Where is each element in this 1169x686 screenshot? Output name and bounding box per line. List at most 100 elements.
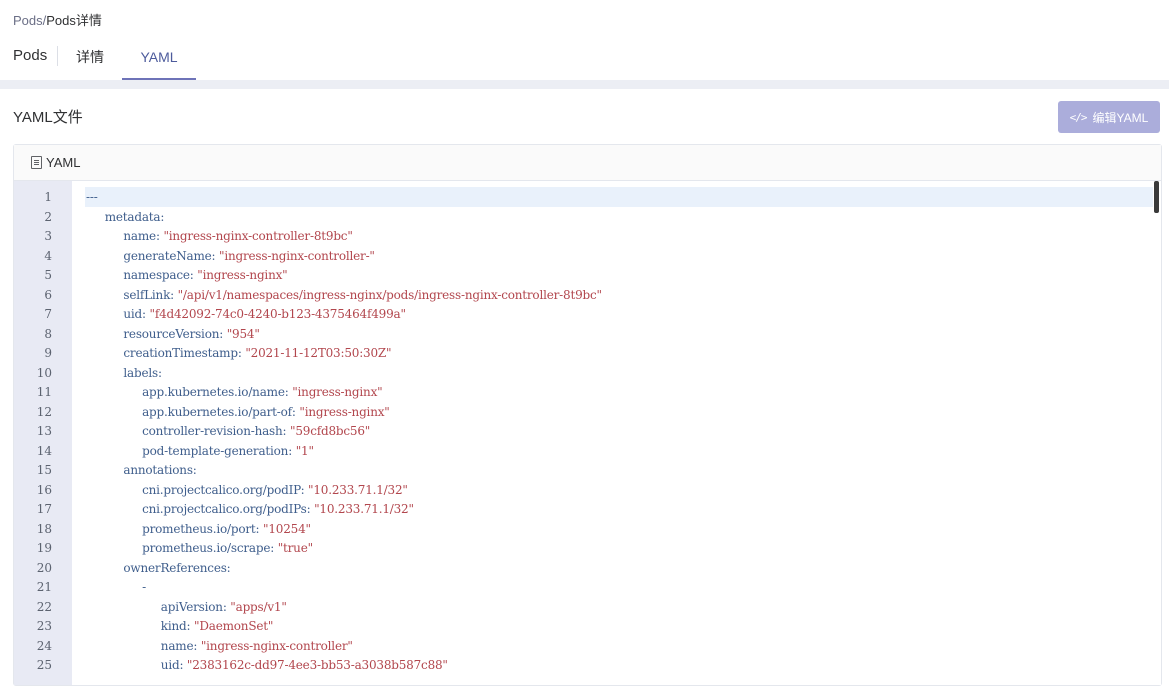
code-line: cni.projectcalico.org/podIPs: "10.233.71… xyxy=(142,499,414,519)
code-line: name: "ingress-nginx-controller" xyxy=(161,636,353,656)
yaml-key: generateName: xyxy=(123,248,216,263)
code-line: resourceVersion: "954" xyxy=(123,324,259,344)
code-icon: </> xyxy=(1069,110,1088,124)
active-line-highlight xyxy=(85,187,1153,207)
line-number: 8 xyxy=(44,326,52,341)
yaml-key: cni.projectcalico.org/podIPs: xyxy=(142,502,311,516)
code-line: pod-template-generation: "1" xyxy=(142,441,314,461)
yaml-key: kind: xyxy=(160,619,191,633)
yaml-key: cni.projectcalico.org/podIP: xyxy=(142,482,305,497)
yaml-key: prometheus.io/port: xyxy=(142,521,260,536)
yaml-value: "59cfd8bc56" xyxy=(290,424,371,438)
yaml-key: uid: xyxy=(123,307,146,321)
code-line: uid: "f4d42092-74c0-4240-b123-4375464f49… xyxy=(123,304,406,324)
yaml-value: "ingress-nginx" xyxy=(197,268,288,282)
yaml-value: "2021-11-12T03:50:30Z" xyxy=(245,346,392,360)
yaml-key: name: xyxy=(160,638,198,653)
yaml-key: annotations: xyxy=(123,463,197,477)
code-line: app.kubernetes.io/part-of: "ingress-ngin… xyxy=(142,402,390,422)
code-line: labels: xyxy=(123,363,162,383)
code-line: app.kubernetes.io/name: "ingress-nginx" xyxy=(142,382,383,402)
code-line: kind: "DaemonSet" xyxy=(160,616,274,636)
code-line: prometheus.io/port: "10254" xyxy=(142,519,311,539)
yaml-key: controller-revision-hash: xyxy=(142,424,287,438)
line-number: 6 xyxy=(44,287,52,302)
yaml-value: "2383162c-dd97-4ee3-bb53-a3038b587c88" xyxy=(186,658,448,672)
yaml-value: "10254" xyxy=(263,521,311,536)
line-number: 15 xyxy=(36,463,52,477)
yaml-key: ownerReferences: xyxy=(123,560,231,575)
code-line: prometheus.io/scrape: "true" xyxy=(142,538,313,558)
breadcrumb-current: Pods详情 xyxy=(46,13,102,28)
line-number: 13 xyxy=(36,424,52,438)
back-to-pods-link[interactable]: Pods xyxy=(13,46,47,66)
yaml-value: "ingress-nginx" xyxy=(292,385,383,399)
yaml-value: "954" xyxy=(226,326,260,341)
yaml-key: metadata: xyxy=(104,209,165,224)
code-line: selfLink: "/api/v1/namespaces/ingress-ng… xyxy=(123,285,602,305)
tab-bar: Pods 详情 YAML xyxy=(0,40,1169,80)
line-number: 2 xyxy=(44,209,52,224)
code-line: metadata: xyxy=(105,207,165,227)
tab-detail[interactable]: 详情 xyxy=(76,48,104,66)
code-line: - xyxy=(142,577,146,597)
yaml-value: "10.233.71.1/32" xyxy=(308,482,408,497)
code-line: uid: "2383162c-dd97-4ee3-bb53-a3038b587c… xyxy=(161,655,448,675)
yaml-key: uid: xyxy=(160,658,184,672)
yaml-key: resourceVersion: xyxy=(123,326,224,341)
tab-divider xyxy=(57,46,58,66)
line-number: 4 xyxy=(44,248,52,263)
line-number: 11 xyxy=(36,385,52,399)
code-line: name: "ingress-nginx-controller-8t9bc" xyxy=(123,226,352,246)
line-number: 10 xyxy=(36,365,52,380)
yaml-key: app.kubernetes.io/name: xyxy=(142,385,289,399)
code-line: apiVersion: "apps/v1" xyxy=(161,597,287,617)
yaml-key: namespace: xyxy=(123,268,194,282)
yaml-key: creationTimestamp: xyxy=(123,346,242,360)
yaml-value: "1" xyxy=(295,443,314,458)
code-line: annotations: xyxy=(123,460,196,480)
editor-scrollbar[interactable] xyxy=(1154,181,1159,213)
yaml-key: selfLink: xyxy=(123,287,174,302)
line-number: 24 xyxy=(36,638,52,653)
yaml-key: app.kubernetes.io/part-of: xyxy=(142,404,296,419)
code-line: controller-revision-hash: "59cfd8bc56" xyxy=(142,421,370,441)
code-line: ownerReferences: xyxy=(123,558,230,578)
line-number: 12 xyxy=(36,404,52,419)
code-line: namespace: "ingress-nginx" xyxy=(123,265,287,285)
line-number: 7 xyxy=(44,307,52,321)
yaml-panel-header: YAML xyxy=(14,145,1161,181)
line-number-gutter: 1 2 3 4 5 6 7 8 9 10 11 12 13 14 15 16 17 18 19 20 21 22 23 24 2… xyxy=(14,181,72,685)
line-number: 20 xyxy=(36,560,52,575)
yaml-panel-title: YAML xyxy=(46,155,81,170)
code-area[interactable]: --- metadata: name: "ingress-nginx-control… xyxy=(72,181,1161,685)
yaml-value: "f4d42092-74c0-4240-b123-4375464f499a" xyxy=(149,307,406,321)
line-number: 18 xyxy=(36,521,52,536)
line-number: 14 xyxy=(36,443,52,458)
code-line: generateName: "ingress-nginx-controller-… xyxy=(123,246,375,266)
breadcrumb-parent-link[interactable]: Pods xyxy=(13,13,43,28)
yaml-key: prometheus.io/scrape: xyxy=(142,541,275,555)
yaml-value: "ingress-nginx-controller-8t9bc" xyxy=(163,229,353,243)
line-number: 19 xyxy=(36,541,52,555)
section-title: YAML文件 xyxy=(13,109,83,126)
line-number: 21 xyxy=(36,580,52,594)
yaml-key: labels: xyxy=(123,365,162,380)
line-number: 25 xyxy=(36,658,52,672)
yaml-value: "10.233.71.1/32" xyxy=(314,502,414,516)
document-icon xyxy=(31,156,42,169)
line-number: 1 xyxy=(44,190,52,204)
code-line: cni.projectcalico.org/podIP: "10.233.71.… xyxy=(142,480,408,500)
line-number: 3 xyxy=(44,229,52,243)
tab-yaml[interactable]: YAML xyxy=(122,48,196,66)
yaml-code-editor[interactable]: 1 2 3 4 5 6 7 8 9 10 11 12 13 14 15 16 17 18 19 20 21 22 23 24 2… xyxy=(14,181,1161,685)
line-number: 5 xyxy=(44,268,52,282)
yaml-value: "ingress-nginx" xyxy=(299,404,390,419)
edit-yaml-button[interactable]: </> 编辑YAML xyxy=(1058,101,1160,133)
breadcrumb: Pods/Pods详情 xyxy=(13,12,102,30)
code-line: --- xyxy=(86,187,98,207)
edit-yaml-label: 编辑YAML xyxy=(1092,110,1149,125)
yaml-value: "ingress-nginx-controller" xyxy=(200,638,353,653)
line-number: 16 xyxy=(36,482,52,497)
yaml-key: name: xyxy=(123,229,160,243)
